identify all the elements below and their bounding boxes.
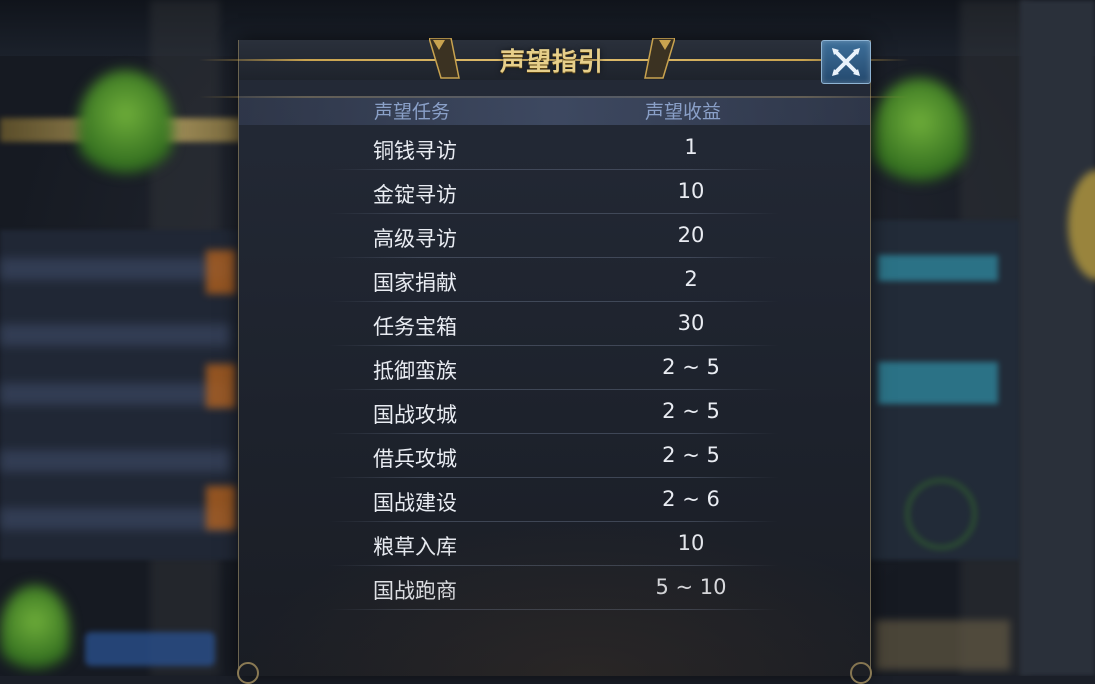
background-badge (206, 250, 236, 294)
task-name: 国家捐献 (373, 271, 457, 295)
task-name: 抵御蛮族 (373, 359, 457, 383)
table-row: 国家捐献 2 (329, 258, 779, 302)
task-name: 国战攻城 (373, 403, 457, 427)
table-row: 高级寻访 20 (329, 214, 779, 258)
background-tree (0, 585, 70, 676)
reward-value: 2 ~ 5 (662, 355, 720, 379)
reward-value: 10 (677, 531, 705, 555)
table-header: 声望任务 声望收益 (239, 96, 870, 125)
background-circle (905, 478, 977, 550)
reward-value: 2 ~ 5 (662, 399, 720, 423)
background-bottom-panel (875, 620, 1010, 670)
background-row (0, 383, 230, 405)
row-divider (329, 609, 779, 610)
corner-ornament (237, 662, 259, 684)
background-button (878, 255, 998, 281)
task-name: 借兵攻城 (373, 447, 457, 471)
background-blue-button (85, 632, 215, 666)
reward-value: 2 (684, 267, 698, 291)
reward-value: 10 (677, 179, 705, 203)
table-row: 国战建设 2 ~ 6 (329, 478, 779, 522)
reputation-guide-dialog: 声望指引 声望任务 声望收益 铜钱寻访 1 金锭寻访 10 高级寻访 20 国家捐献 2 任务宝… (199, 38, 909, 684)
background-button (878, 362, 998, 404)
task-name: 粮草入库 (373, 535, 457, 559)
background-row (0, 258, 230, 280)
dialog-title: 声望指引 (499, 47, 604, 76)
reward-value: 1 (684, 135, 698, 159)
table-row: 国战跑商 5 ~ 10 (329, 566, 779, 610)
reward-value: 2 ~ 6 (662, 487, 720, 511)
task-name: 国战跑商 (373, 579, 457, 603)
task-name: 国战建设 (373, 491, 457, 515)
close-x-icon (832, 48, 860, 76)
task-name: 铜钱寻访 (373, 139, 457, 163)
background-badge (206, 486, 236, 530)
table-row: 借兵攻城 2 ~ 5 (329, 434, 779, 478)
table-row: 粮草入库 10 (329, 522, 779, 566)
background-badge (206, 364, 236, 408)
header-reward: 声望收益 (645, 101, 722, 123)
table-row: 国战攻城 2 ~ 5 (329, 390, 779, 434)
task-name: 金锭寻访 (373, 183, 457, 207)
background-row (0, 324, 230, 346)
table-row: 抵御蛮族 2 ~ 5 (329, 346, 779, 390)
background-right-bar (1020, 0, 1095, 676)
title-plate: 声望指引 (429, 38, 675, 80)
reward-value: 5 ~ 10 (655, 575, 727, 599)
task-name: 任务宝箱 (373, 315, 457, 339)
background-tree (78, 70, 173, 180)
table-row: 铜钱寻访 1 (329, 126, 779, 170)
background-tree (872, 78, 967, 188)
table-row: 任务宝箱 30 (329, 302, 779, 346)
close-button[interactable] (821, 40, 871, 84)
table-row: 金锭寻访 10 (329, 170, 779, 214)
reward-value: 30 (677, 311, 705, 335)
header-task: 声望任务 (374, 101, 451, 123)
corner-ornament (850, 662, 872, 684)
reward-value: 2 ~ 5 (662, 443, 720, 467)
reward-value: 20 (677, 223, 705, 247)
background-row (0, 450, 230, 472)
task-name: 高级寻访 (373, 227, 457, 251)
background-row (0, 508, 230, 530)
